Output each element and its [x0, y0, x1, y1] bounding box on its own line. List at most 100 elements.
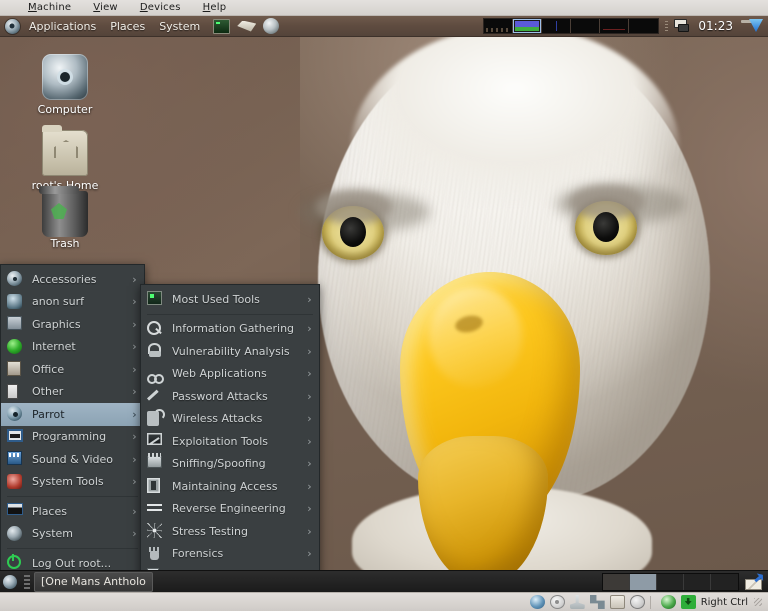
submenu-arrow-icon: ›: [305, 390, 314, 403]
submenu-item-wireless-attacks[interactable]: Wireless Attacks ›: [141, 408, 319, 431]
other-icon: [7, 384, 25, 400]
terminal-icon[interactable]: [213, 19, 230, 34]
menu-item-sound-video[interactable]: Sound & Video ›: [1, 448, 144, 471]
panel-launchers: [213, 18, 279, 34]
submenu-item-maintaining-access[interactable]: Maintaining Access ›: [141, 475, 319, 498]
vbox-menu-machine[interactable]: Machine: [28, 2, 71, 13]
show-desktop-icon[interactable]: [0, 573, 20, 591]
stress-testing-icon: [147, 523, 165, 539]
submenu-arrow-icon: ›: [305, 435, 314, 448]
submenu-item-forensics[interactable]: Forensics ›: [141, 543, 319, 566]
maintaining-access-icon: [147, 478, 165, 494]
submenu-arrow-icon: ›: [130, 295, 139, 308]
desktop-icon-computer[interactable]: Computer: [22, 54, 108, 116]
submenu-arrow-icon: ›: [130, 475, 139, 488]
eagle-eye-right: [575, 201, 637, 255]
submenu-arrow-icon: ›: [130, 527, 139, 540]
optical-disk-icon[interactable]: [550, 595, 565, 609]
vbox-menu-help[interactable]: Help: [203, 2, 227, 13]
parrot-logo-icon[interactable]: [2, 18, 22, 35]
bottom-workspace-4[interactable]: [684, 574, 711, 590]
menu-item-graphics[interactable]: Graphics ›: [1, 313, 144, 336]
update-notifier-icon[interactable]: [743, 573, 765, 591]
submenu-item-vulnerability-analysis[interactable]: Vulnerability Analysis ›: [141, 340, 319, 363]
tray-handle[interactable]: [665, 21, 668, 32]
menu-item-system[interactable]: System ›: [1, 523, 144, 546]
bottom-workspace-switcher[interactable]: [602, 573, 739, 591]
window-list: [One Mans Antholo: [34, 572, 153, 592]
bottom-workspace-3[interactable]: [657, 574, 684, 590]
workspace-switcher[interactable]: [483, 18, 659, 34]
panel-menu-applications[interactable]: Applications: [22, 16, 103, 37]
file-manager-icon[interactable]: [237, 21, 256, 32]
submenu-arrow-icon: ›: [130, 408, 139, 421]
web-applications-icon: [147, 366, 165, 382]
desktop-icon-trash[interactable]: Trash: [22, 188, 108, 250]
internet-icon: [7, 339, 25, 355]
clock[interactable]: 01:23: [695, 19, 736, 33]
vbox-menu-view[interactable]: View: [93, 2, 118, 13]
menu-item-accessories[interactable]: Accessories ›: [1, 268, 144, 291]
usb-icon[interactable]: [570, 595, 585, 609]
workspace-6[interactable]: [629, 19, 658, 33]
submenu-item-reverse-engineering[interactable]: Reverse Engineering ›: [141, 498, 319, 521]
exploitation-tools-icon: [147, 433, 165, 449]
host-key-label: Right Ctrl: [701, 597, 748, 608]
submenu-arrow-icon: ›: [305, 345, 314, 358]
workspace-1[interactable]: [484, 19, 513, 33]
submenu-item-sniffing-spoofing[interactable]: Sniffing/Spoofing ›: [141, 453, 319, 476]
bottom-workspace-2[interactable]: [630, 574, 657, 590]
menu-item-other[interactable]: Other ›: [1, 381, 144, 404]
submenu-item-exploitation-tools[interactable]: Exploitation Tools ›: [141, 430, 319, 453]
menu-item-system-tools[interactable]: System Tools ›: [1, 471, 144, 494]
workspace-4[interactable]: [571, 19, 600, 33]
submenu-item-password-attacks[interactable]: Password Attacks ›: [141, 385, 319, 408]
panel-menu-system[interactable]: System: [152, 16, 207, 37]
hard-disk-icon[interactable]: [530, 595, 545, 609]
globe-icon[interactable]: [661, 595, 676, 609]
web-browser-icon[interactable]: [263, 18, 279, 34]
forensics-icon: [147, 546, 165, 562]
panel-menu-places[interactable]: Places: [103, 16, 152, 37]
submenu-arrow-icon: ›: [130, 318, 139, 331]
desktop-icon-label: Computer: [22, 103, 108, 116]
statusbar-divider: [650, 596, 651, 609]
submenu-arrow-icon: ›: [130, 385, 139, 398]
menu-item-places[interactable]: Places ›: [1, 500, 144, 523]
display-icon[interactable]: [630, 595, 645, 609]
bottom-workspace-1[interactable]: [603, 574, 630, 590]
green-arrow-icon[interactable]: [681, 595, 696, 609]
bottom-workspace-5[interactable]: [711, 574, 738, 590]
logout-icon: [7, 555, 25, 571]
menu-item-anon-surf[interactable]: anon surf ›: [1, 291, 144, 314]
desktop-icon-home[interactable]: root's Home: [22, 124, 108, 192]
menu-separator: [7, 496, 138, 497]
network-icon[interactable]: [590, 595, 605, 609]
submenu-arrow-icon: ›: [305, 367, 314, 380]
task-button[interactable]: [One Mans Antholo: [34, 572, 153, 592]
workspace-3[interactable]: [542, 19, 571, 33]
desktop-icon-label: Trash: [22, 237, 108, 250]
submenu-item-information-gathering[interactable]: Information Gathering ›: [141, 318, 319, 341]
network-monitor-icon[interactable]: [673, 19, 690, 33]
wireless-attacks-icon: [147, 411, 165, 427]
sound-video-icon: [7, 451, 25, 467]
menu-item-parrot[interactable]: Parrot ›: [1, 403, 144, 426]
shared-folder-icon[interactable]: [610, 595, 625, 609]
vbox-statusbar: Right Ctrl: [0, 592, 768, 611]
submenu-arrow-icon: ›: [130, 340, 139, 353]
menu-item-office[interactable]: Office ›: [1, 358, 144, 381]
menu-item-internet[interactable]: Internet ›: [1, 336, 144, 359]
workspace-5[interactable]: [600, 19, 629, 33]
submenu-item-stress-testing[interactable]: Stress Testing ›: [141, 520, 319, 543]
submenu-arrow-icon: ›: [305, 480, 314, 493]
submenu-item-most-used-tools[interactable]: Most Used Tools ›: [141, 288, 319, 311]
programming-icon: [7, 429, 25, 445]
download-indicator-icon[interactable]: [741, 18, 763, 34]
vbox-menu-devices[interactable]: Devices: [140, 2, 181, 13]
menu-item-programming[interactable]: Programming ›: [1, 426, 144, 449]
panel-handle[interactable]: [24, 575, 30, 589]
resize-grip[interactable]: [754, 598, 762, 606]
submenu-item-web-applications[interactable]: Web Applications ›: [141, 363, 319, 386]
workspace-2[interactable]: [513, 19, 542, 33]
